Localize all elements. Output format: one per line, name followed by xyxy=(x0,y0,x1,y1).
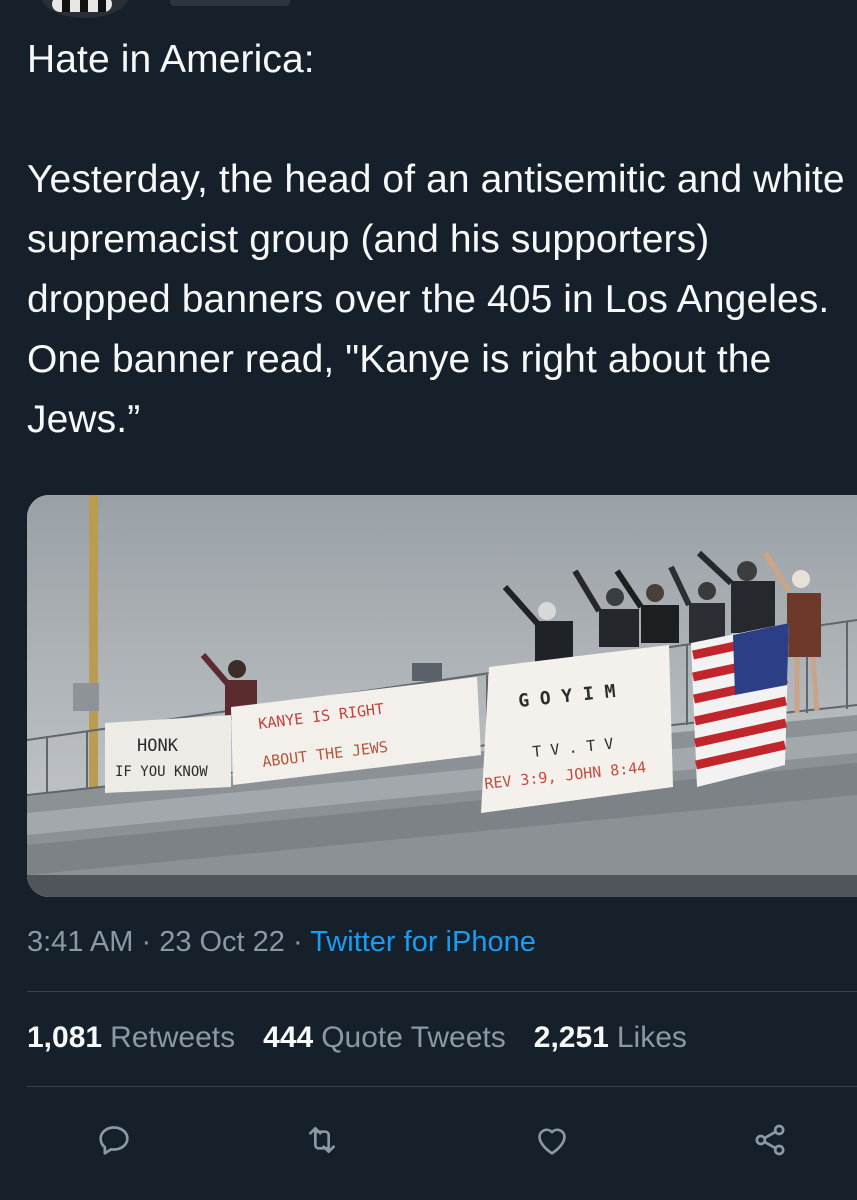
reply-icon xyxy=(99,1126,129,1155)
tweet-time: 3:41 AM xyxy=(27,926,134,958)
quote-tweets-stat[interactable]: 444 Quote Tweets xyxy=(263,1021,506,1055)
likes-count: 2,251 xyxy=(533,1021,609,1054)
flag-image xyxy=(691,623,789,787)
meta-separator: · xyxy=(133,926,160,958)
retweets-count: 1,081 xyxy=(27,1021,103,1054)
likes-stat[interactable]: 2,251 Likes xyxy=(534,1021,687,1055)
quote-tweets-count: 444 xyxy=(263,1021,314,1054)
bridge-shadow xyxy=(27,875,857,897)
like-button[interactable] xyxy=(530,1118,574,1162)
sign-post xyxy=(412,663,442,681)
share-button[interactable] xyxy=(748,1118,792,1162)
retweets-stat[interactable]: 1,081 Retweets xyxy=(27,1021,235,1055)
likes-label: Likes xyxy=(616,1021,687,1054)
retweet-button[interactable] xyxy=(300,1118,344,1162)
tweet-source-link[interactable]: Twitter for iPhone xyxy=(310,926,536,958)
tweet-date: 23 Oct 22 xyxy=(159,926,285,958)
lamp-pole xyxy=(89,495,98,805)
tweet-text: Hate in America: Yesterday, the head of … xyxy=(27,38,845,441)
divider xyxy=(27,991,857,992)
retweet-icon xyxy=(309,1127,335,1153)
pole-box xyxy=(73,683,99,711)
divider xyxy=(27,1086,857,1087)
retweets-label: Retweets xyxy=(110,1021,236,1054)
tweet-metadata: 3:41 AM · 23 Oct 22 · Twitter for iPhone xyxy=(27,926,536,959)
heart-icon xyxy=(538,1128,566,1155)
author-avatar[interactable] xyxy=(40,0,130,18)
tweet-photo[interactable]: HONK IF YOU KNOW KANYE IS RIGHT ABOUT TH… xyxy=(27,495,857,897)
banner-honk-line1: HONK xyxy=(137,736,179,756)
banner-honk-line2: IF YOU KNOW xyxy=(115,764,208,780)
quote-tweets-label: Quote Tweets xyxy=(321,1021,506,1054)
tweet-stats: 1,081 Retweets 444 Quote Tweets 2,251 Likes xyxy=(27,1021,687,1055)
meta-separator: · xyxy=(284,926,311,958)
author-handle-fragment xyxy=(170,0,290,6)
tweet-actions xyxy=(0,1118,857,1162)
share-icon xyxy=(755,1124,785,1156)
reply-button[interactable] xyxy=(92,1118,136,1162)
